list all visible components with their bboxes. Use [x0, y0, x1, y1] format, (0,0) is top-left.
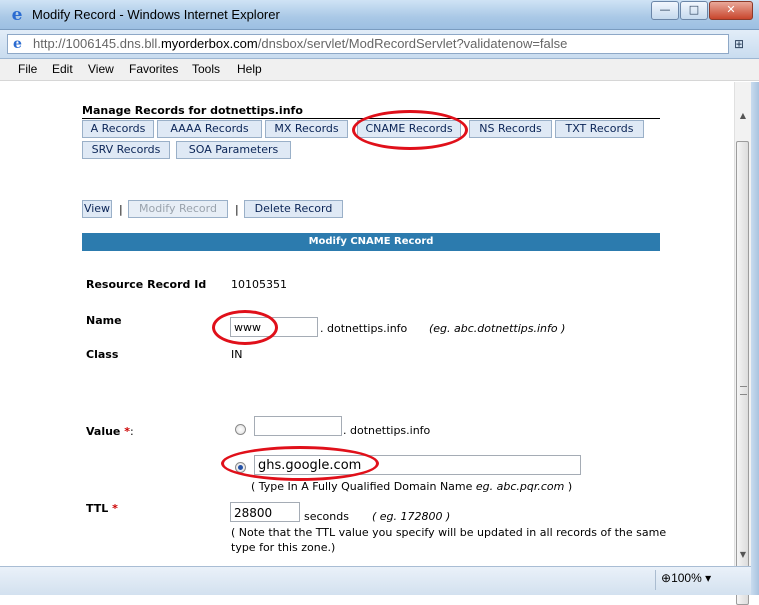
scroll-down-arrow-icon[interactable]: ▼	[737, 547, 749, 563]
window-title: Modify Record - Windows Internet Explore…	[32, 7, 280, 22]
cname-records-button[interactable]: CNAME Records	[357, 120, 461, 138]
zoom-level: 100%	[671, 571, 702, 585]
ttl-example-hint: ( eg. 172800 )	[372, 510, 451, 523]
compatibility-view-icon[interactable]: ⊞	[734, 37, 752, 53]
value-label-colon: :	[130, 425, 134, 438]
window-controls: — □ ✕	[650, 1, 753, 20]
required-mark: *	[112, 502, 118, 515]
value-radio-fqdn[interactable]	[235, 462, 246, 473]
chevron-down-icon: ▾	[705, 571, 712, 585]
title-bar: e Modify Record - Windows Internet Explo…	[0, 0, 759, 30]
form-header: Modify CNAME Record	[82, 233, 660, 251]
scroll-up-arrow-icon[interactable]: ▲	[737, 108, 749, 124]
menu-view[interactable]: View	[88, 62, 114, 76]
scrollbar-grip-icon	[740, 386, 747, 395]
menu-tools[interactable]: Tools	[192, 62, 220, 76]
status-separator	[655, 570, 656, 590]
status-bar: ⊕100% ▾	[0, 566, 751, 595]
window-frame-right	[751, 82, 759, 595]
mx-records-button[interactable]: MX Records	[265, 120, 348, 138]
value-label-text: Value	[86, 425, 121, 438]
ttl-input[interactable]: 28800	[230, 502, 300, 522]
vertical-scrollbar[interactable]: ▲ ▼	[734, 82, 751, 605]
value-fqdn-input[interactable]: ghs.google.com	[254, 455, 581, 475]
name-input[interactable]: www	[230, 317, 318, 337]
url-host: myorderbox.com	[160, 36, 258, 51]
zoom-control[interactable]: ⊕100% ▾	[661, 571, 711, 585]
value-hint-suffix: )	[567, 480, 573, 493]
separator: |	[235, 203, 239, 216]
close-button[interactable]: ✕	[709, 1, 753, 20]
zoom-icon: ⊕	[661, 571, 672, 585]
ttl-note-line-1: ( Note that the TTL value you specify wi…	[231, 526, 667, 539]
menu-edit[interactable]: Edit	[52, 62, 73, 76]
value-label: Value *:	[86, 425, 134, 438]
name-example-hint: (eg. abc.dotnettips.info )	[429, 322, 566, 335]
scrollbar-thumb[interactable]	[736, 141, 749, 605]
url-path: /dnsbox/servlet/ModRecordServlet?validat…	[257, 36, 568, 51]
srv-records-button[interactable]: SRV Records	[82, 141, 170, 159]
resource-id-label: Resource Record Id	[86, 278, 207, 291]
soa-parameters-button[interactable]: SOA Parameters	[176, 141, 291, 159]
name-label: Name	[86, 314, 122, 327]
page-content: Manage Records for dotnettips.info A Rec…	[0, 82, 734, 566]
separator: |	[119, 203, 123, 216]
maximize-button[interactable]: □	[680, 1, 708, 20]
ns-records-button[interactable]: NS Records	[469, 120, 552, 138]
class-value: IN	[231, 348, 243, 361]
menu-favorites[interactable]: Favorites	[129, 62, 178, 76]
address-bar: e http://1006145.dns.bll.myorderbox.com/d…	[0, 30, 759, 59]
a-records-button[interactable]: A Records	[82, 120, 154, 138]
address-input[interactable]: e http://1006145.dns.bll.myorderbox.com/d…	[7, 34, 729, 54]
ttl-label: TTL *	[86, 502, 118, 515]
value-hint-prefix: ( Type In A Fully Qualified Domain Name	[251, 480, 476, 493]
internet-explorer-icon: e	[11, 5, 23, 25]
value-subdomain-input[interactable]	[254, 416, 342, 436]
modify-record-button[interactable]: Modify Record	[128, 200, 228, 218]
menu-bar: File Edit View Favorites Tools Help	[0, 59, 759, 81]
url-prefix: http://1006145.dns.bll.	[33, 36, 161, 51]
resource-id-value: 10105351	[231, 278, 287, 291]
class-label: Class	[86, 348, 119, 361]
aaaa-records-button[interactable]: AAAA Records	[157, 120, 262, 138]
txt-records-button[interactable]: TXT Records	[555, 120, 644, 138]
view-button[interactable]: View	[82, 200, 112, 218]
ttl-label-text: TTL	[86, 502, 109, 515]
minimize-button[interactable]: —	[651, 1, 679, 20]
value-hint-example: eg. abc.pqr.com	[475, 480, 565, 493]
value-domain-suffix: . dotnettips.info	[343, 424, 431, 437]
page-icon: e	[13, 36, 22, 52]
manage-records-heading: Manage Records for dotnettips.info	[82, 104, 660, 119]
menu-file[interactable]: File	[18, 62, 37, 76]
menu-help[interactable]: Help	[237, 62, 262, 76]
value-radio-subdomain[interactable]	[235, 424, 246, 435]
delete-record-button[interactable]: Delete Record	[244, 200, 343, 218]
ttl-unit: seconds	[304, 510, 349, 523]
ttl-note-line-2: type for this zone.)	[231, 541, 336, 554]
name-domain-suffix: . dotnettips.info	[320, 322, 408, 335]
value-hint: ( Type In A Fully Qualified Domain Name …	[251, 480, 572, 493]
